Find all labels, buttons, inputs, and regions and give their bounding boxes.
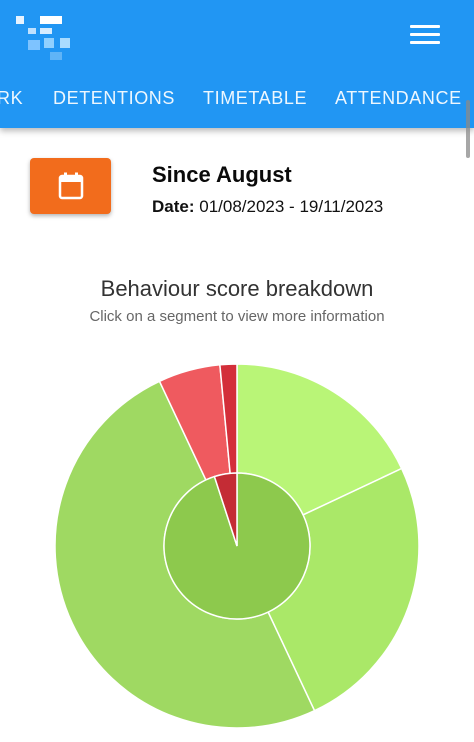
chart-subtitle: Click on a segment to view more informat… [89, 308, 385, 325]
tab-detentions[interactable]: DETENTIONS [53, 88, 175, 109]
app-bar: RK DETENTIONS TIMETABLE ATTENDANCE [0, 0, 474, 128]
tab-attendance[interactable]: ATTENDANCE [335, 88, 462, 109]
hamburger-menu-icon[interactable] [410, 20, 440, 48]
date-range-button[interactable] [30, 158, 111, 214]
behaviour-donut-chart[interactable] [0, 350, 474, 742]
period-dates: Date: 01/08/2023 - 19/11/2023 [152, 197, 383, 217]
school-logo[interactable] [14, 14, 76, 62]
period-title: Since August [152, 162, 292, 187]
tab-timetable[interactable]: TIMETABLE [203, 88, 307, 109]
tab-bar: RK DETENTIONS TIMETABLE ATTENDANCE [0, 84, 474, 116]
calendar-icon [58, 172, 83, 200]
date-range: 01/08/2023 - 19/11/2023 [199, 197, 384, 216]
date-label: Date: [152, 197, 195, 216]
chart-title: Behaviour score breakdown [100, 276, 374, 301]
tab-homework[interactable]: RK [0, 88, 23, 109]
scrollbar[interactable] [466, 100, 470, 158]
